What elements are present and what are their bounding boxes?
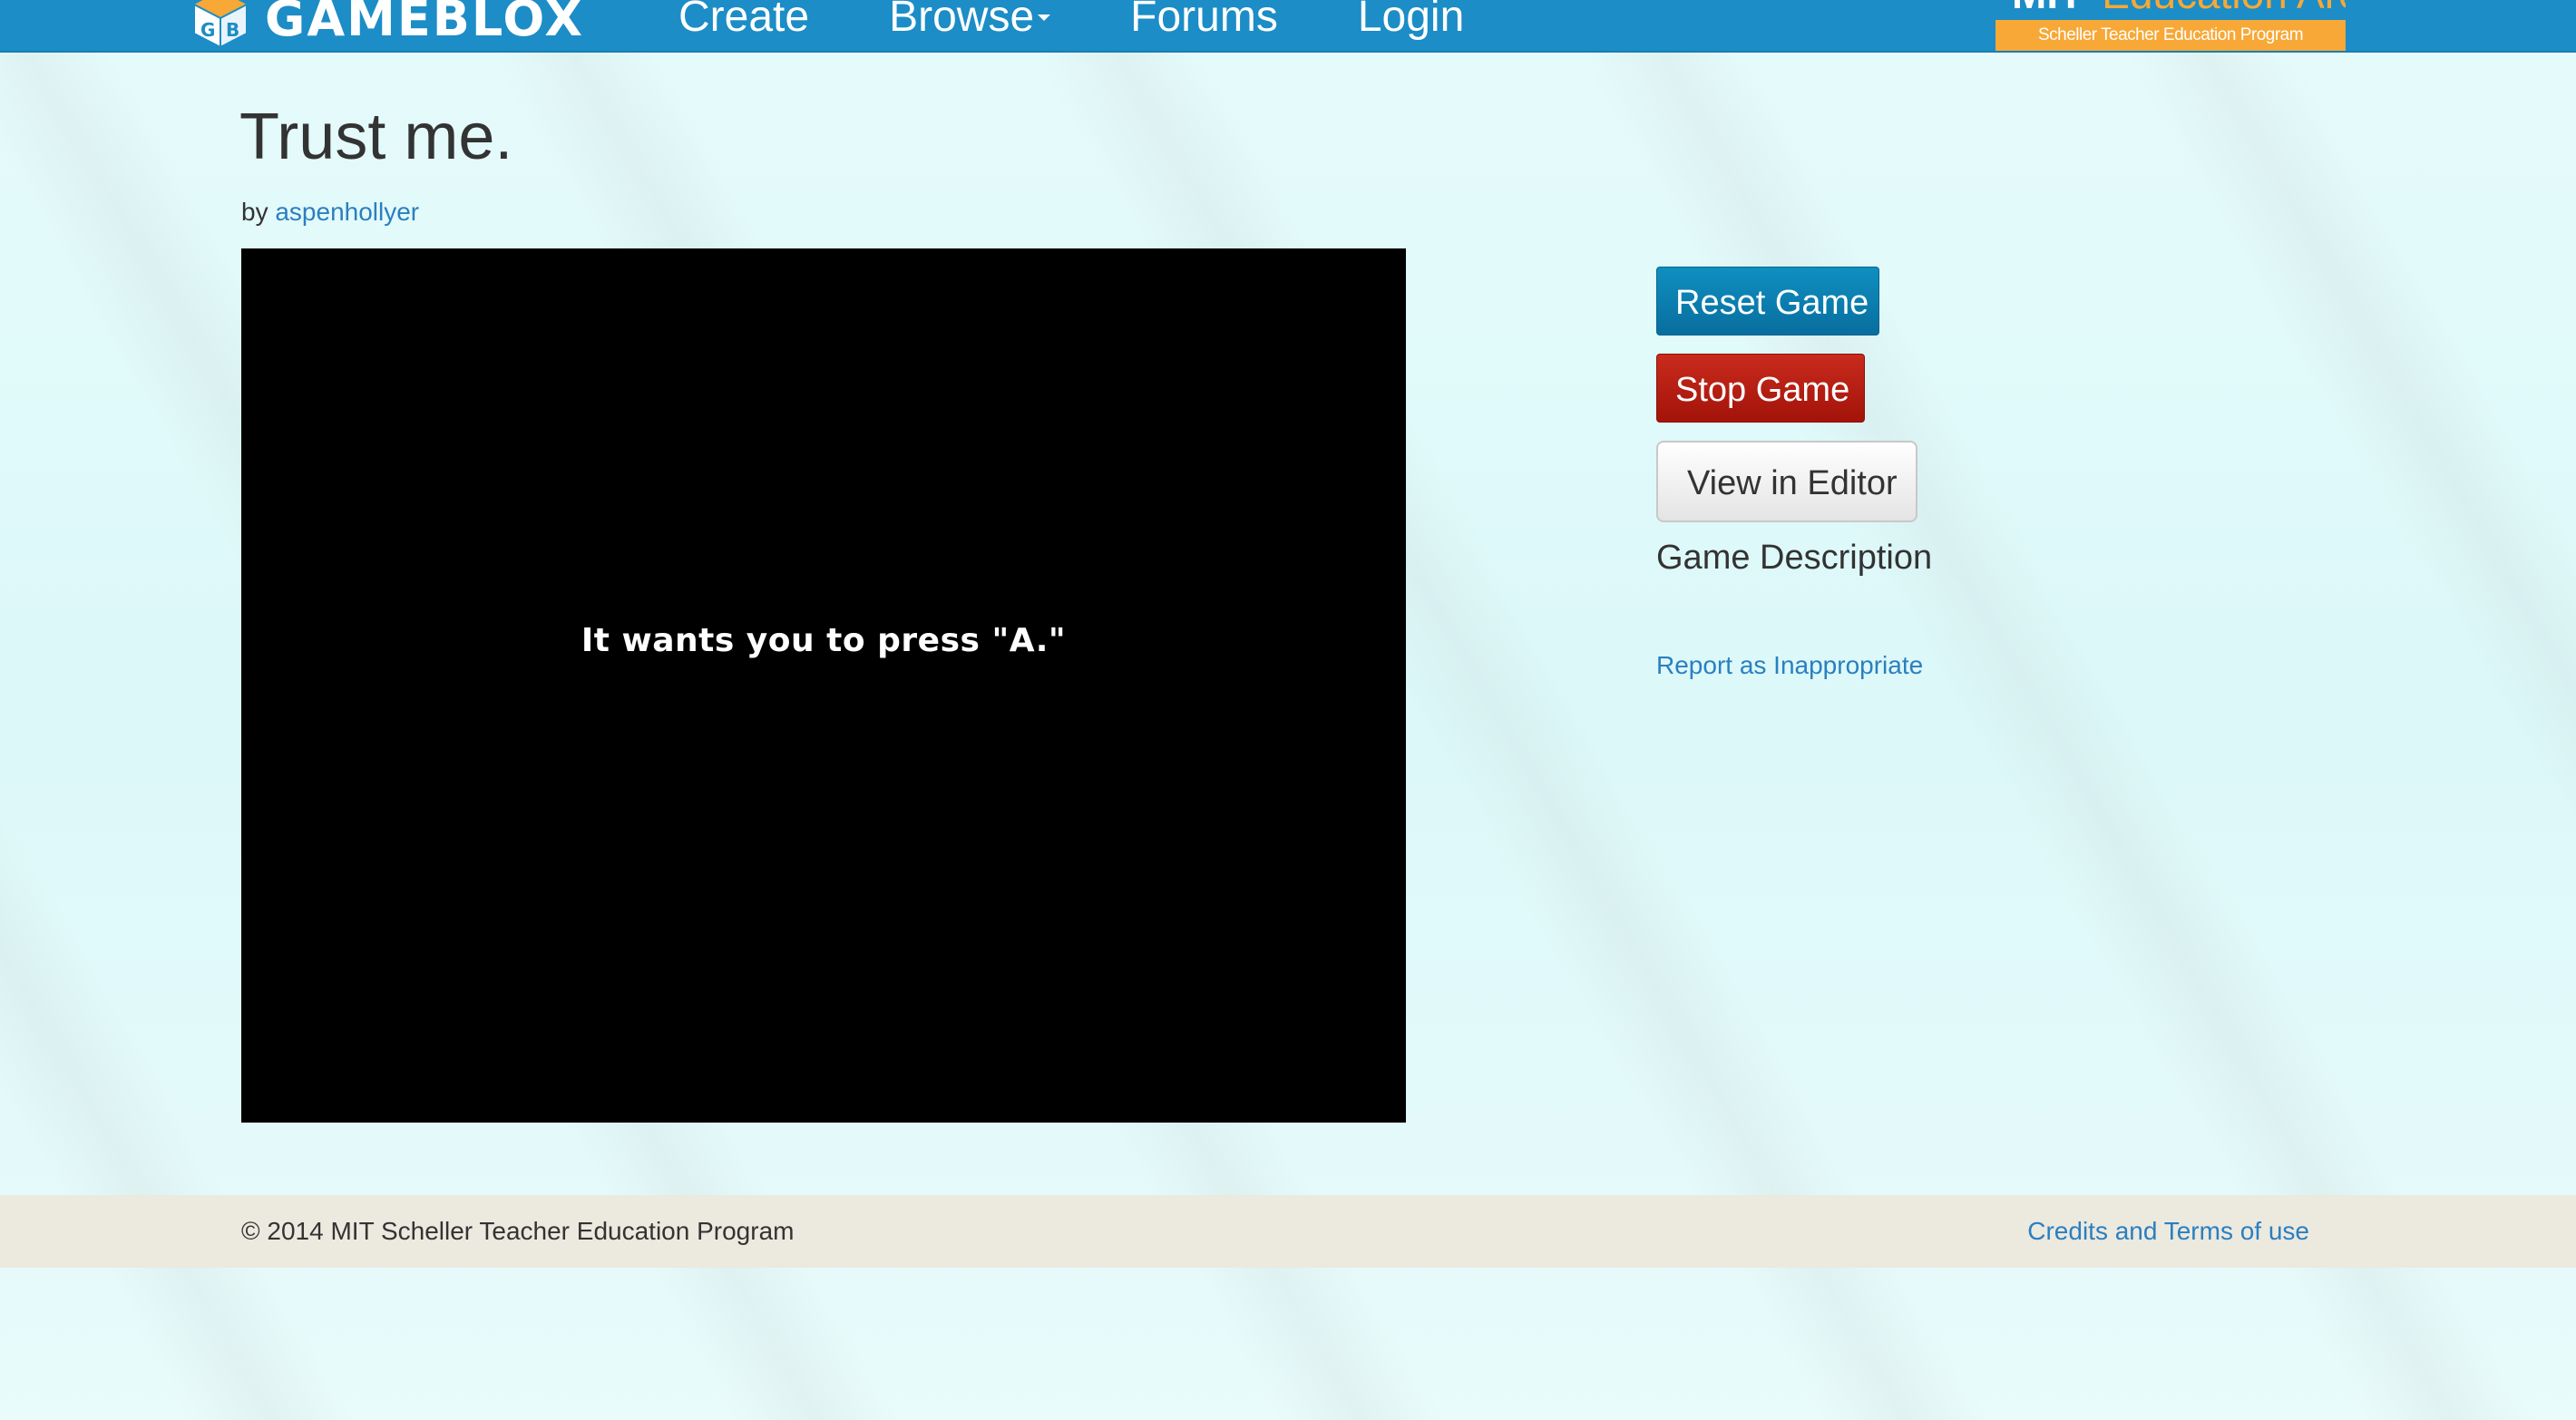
credits-link[interactable]: Credits and Terms of use <box>2027 1217 2309 1246</box>
report-inappropriate-link[interactable]: Report as Inappropriate <box>1656 651 1923 680</box>
game-canvas[interactable]: It wants you to press "A." <box>241 248 1406 1123</box>
nav-browse-label: Browse <box>889 0 1035 41</box>
mit-education-arcade-logo[interactable]: MIT Education Arcade Scheller Teacher Edu… <box>1995 0 2346 51</box>
nav-browse[interactable]: Browse <box>889 0 1051 41</box>
author-link[interactable]: aspenhollyer <box>275 198 419 226</box>
page-title: Trust me. <box>239 101 513 173</box>
stop-game-button[interactable]: Stop Game <box>1656 354 1865 423</box>
gameblox-logo[interactable]: G B GAMEBLOX <box>192 0 584 51</box>
game-canvas-text: It wants you to press "A." <box>581 622 1067 659</box>
gameblox-cube-icon: G B <box>193 0 248 49</box>
mit-logo-top: MIT Education Arcade <box>1995 0 2346 20</box>
nav-login[interactable]: Login <box>1358 0 1464 39</box>
byline: by aspenhollyer <box>241 198 419 227</box>
view-in-editor-button[interactable]: View in Editor <box>1656 441 1917 522</box>
svg-text:G: G <box>200 19 215 41</box>
nav-create[interactable]: Create <box>678 0 809 39</box>
nav-forums[interactable]: Forums <box>1130 0 1278 39</box>
logo-text: GAMEBLOX <box>265 0 584 47</box>
reset-game-button[interactable]: Reset Game <box>1656 267 1879 336</box>
top-navbar: G B GAMEBLOX Create Browse Forums Login … <box>0 0 2576 53</box>
byline-prefix: by <box>241 198 268 226</box>
main-nav: Create Browse Forums Login <box>678 0 1544 51</box>
caret-down-icon <box>1038 14 1051 21</box>
footer: © 2014 MIT Scheller Teacher Education Pr… <box>0 1195 2576 1268</box>
mit-logo-subtitle: Scheller Teacher Education Program <box>1995 20 2346 51</box>
mit-logo-mit-text: MIT <box>2012 0 2083 17</box>
copyright-text: © 2014 MIT Scheller Teacher Education Pr… <box>241 1217 795 1245</box>
mit-logo-arcade-text: Education Arcade <box>2102 0 2346 17</box>
game-description-heading: Game Description <box>1656 539 1933 577</box>
svg-text:B: B <box>226 19 239 41</box>
